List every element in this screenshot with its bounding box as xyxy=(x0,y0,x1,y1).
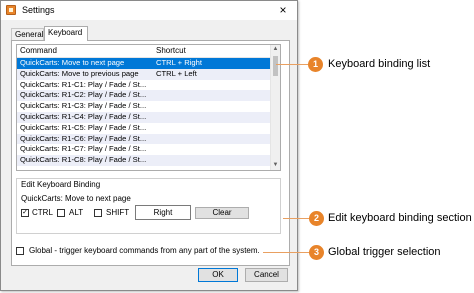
callout-1-badge: 1 xyxy=(308,57,323,72)
table-row[interactable]: QuickCarts: R1-C6: Play / Fade / St... xyxy=(17,133,272,145)
tab-keyboard[interactable]: Keyboard xyxy=(44,26,88,41)
shift-checkbox[interactable] xyxy=(94,209,102,217)
tab-general[interactable]: General xyxy=(11,28,44,40)
row-command: QuickCarts: R1-C7: Play / Fade / St... xyxy=(20,144,147,154)
table-row[interactable]: QuickCarts: Move to next page CTRL + Righ… xyxy=(17,58,272,69)
global-trigger-label: Global - trigger keyboard commands from … xyxy=(29,246,260,255)
table-row[interactable]: QuickCarts: R1-C8: Play / Fade / St... xyxy=(17,155,272,166)
ok-button[interactable]: OK xyxy=(198,268,238,282)
app-icon xyxy=(6,5,16,15)
row-command: QuickCarts: Move to next page xyxy=(20,58,125,67)
callout-1-text: Keyboard binding list xyxy=(328,58,431,70)
key-capture-field[interactable]: Right xyxy=(135,205,191,220)
row-command: QuickCarts: R1-C3: Play / Fade / St... xyxy=(20,101,147,111)
table-row[interactable]: QuickCarts: R1-C4: Play / Fade / St... xyxy=(17,111,272,123)
row-command: QuickCarts: R1-C5: Play / Fade / St... xyxy=(20,122,147,132)
window-title: Settings xyxy=(22,5,55,15)
callout-3-line xyxy=(263,252,309,253)
table-row[interactable]: QuickCarts: Move to previous page CTRL + … xyxy=(17,68,272,80)
scroll-thumb[interactable] xyxy=(273,56,278,76)
shift-label: SHIFT xyxy=(106,208,130,217)
row-command: QuickCarts: Move to previous page xyxy=(20,68,139,78)
clear-button[interactable]: Clear xyxy=(195,207,249,219)
scroll-down-icon[interactable]: ▼ xyxy=(271,161,280,170)
callout-3-text: Global trigger selection xyxy=(328,246,441,258)
callout-2-badge: 2 xyxy=(309,211,324,226)
list-header: Command Shortcut xyxy=(17,45,272,58)
edit-binding-title: Edit Keyboard Binding xyxy=(20,180,102,189)
column-header-shortcut[interactable]: Shortcut xyxy=(156,46,186,55)
table-row[interactable]: QuickCarts: R1-C2: Play / Fade / St... xyxy=(17,90,272,102)
callout-2-line xyxy=(283,218,309,219)
current-command-label: QuickCarts: Move to next page xyxy=(21,194,131,203)
table-row[interactable]: QuickCarts: R1-C1: Play / Fade / St... xyxy=(17,80,272,91)
callout-2-text: Edit keyboard binding section xyxy=(328,212,472,224)
scroll-up-icon[interactable]: ▲ xyxy=(271,45,280,54)
table-row[interactable]: QuickCarts: R1-C3: Play / Fade / St... xyxy=(17,101,272,112)
row-shortcut: CTRL + Right xyxy=(156,58,202,67)
keyboard-binding-list[interactable]: Command Shortcut QuickCarts: Move to nex… xyxy=(16,44,281,171)
row-command: QuickCarts: R1-C1: Play / Fade / St... xyxy=(20,79,147,89)
ctrl-checkbox[interactable]: ✓ xyxy=(21,209,29,217)
callout-1-line xyxy=(276,64,308,65)
row-command: QuickCarts: R1-C8: Play / Fade / St... xyxy=(20,155,147,165)
alt-label: ALT xyxy=(69,208,84,217)
row-shortcut: CTRL + Left xyxy=(156,68,197,78)
close-icon[interactable]: × xyxy=(272,2,294,19)
row-command: QuickCarts: R1-C4: Play / Fade / St... xyxy=(20,111,147,121)
table-row[interactable]: QuickCarts: R1-C5: Play / Fade / St... xyxy=(17,123,272,134)
row-command: QuickCarts: R1-C6: Play / Fade / St... xyxy=(20,133,147,143)
table-row[interactable]: QuickCarts: R1-C7: Play / Fade / St... xyxy=(17,144,272,155)
column-header-command[interactable]: Command xyxy=(20,46,57,55)
list-rows: QuickCarts: Move to next page CTRL + Righ… xyxy=(17,58,272,166)
alt-checkbox[interactable] xyxy=(57,209,65,217)
callout-3-badge: 3 xyxy=(309,245,324,260)
cancel-button[interactable]: Cancel xyxy=(245,268,288,282)
row-command: QuickCarts: R1-C2: Play / Fade / St... xyxy=(20,90,147,100)
global-trigger-checkbox[interactable] xyxy=(16,247,24,255)
ctrl-label: CTRL xyxy=(32,208,53,217)
title-bar: Settings × xyxy=(1,1,297,20)
